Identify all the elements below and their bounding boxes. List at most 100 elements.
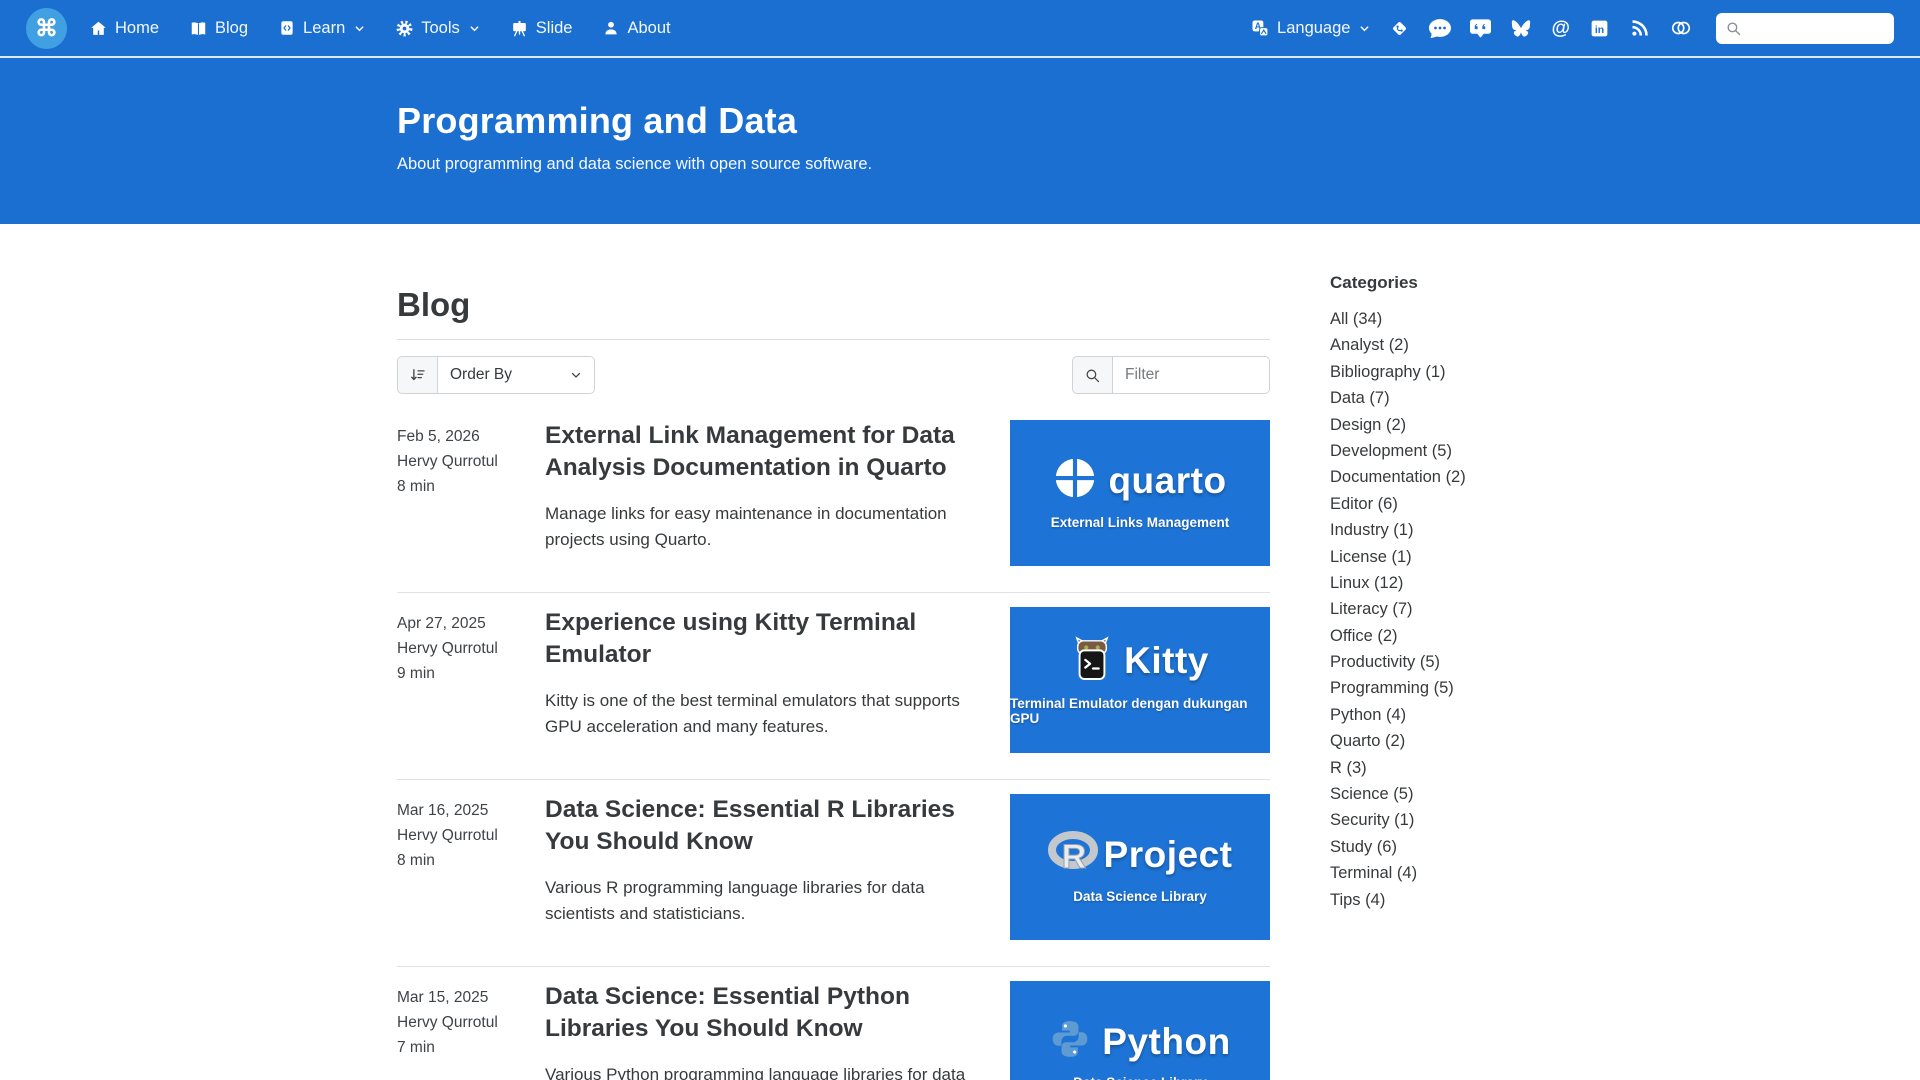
post-date: Apr 27, 2025 [397, 615, 486, 632]
rss-icon[interactable] [1629, 18, 1650, 39]
site-subtitle: About programming and data science with … [397, 155, 873, 173]
category-link-bibliography[interactable]: Bibliography (1) [1330, 359, 1500, 385]
page-title: Blog [397, 286, 471, 323]
category-link-industry[interactable]: Industry (1) [1330, 517, 1500, 543]
r-logo-icon: R [1047, 830, 1100, 879]
post-meta: Feb 5, 2026 Hervy Qurrotul 8 min [397, 420, 545, 566]
category-link-documentation[interactable]: Documentation (2) [1330, 464, 1500, 490]
post-title-link[interactable]: Experience using Kitty Terminal Emulator [545, 607, 974, 672]
bluesky-icon[interactable] [1510, 17, 1532, 39]
linkedin-icon[interactable]: in [1589, 18, 1610, 39]
post-author: Hervy Qurrotul [397, 826, 498, 844]
nav-links: Home Blog Learn Tools Slide About [89, 19, 671, 38]
category-link-linux[interactable]: Linux (12) [1330, 570, 1500, 596]
nav-item-blog[interactable]: Blog [189, 19, 248, 38]
thumbnail-caption: External Links Management [1050, 515, 1230, 530]
category-link-terminal[interactable]: Terminal (4) [1330, 860, 1500, 886]
post-reading-time: 9 min [397, 664, 435, 682]
nav-item-about[interactable]: About [602, 18, 671, 38]
git-icon[interactable] [1389, 18, 1410, 39]
nav-label: Slide [535, 18, 573, 37]
category-link-all[interactable]: All (34) [1330, 306, 1500, 332]
post-thumbnail[interactable]: Kitty Terminal Emulator dengan dukungan … [1010, 607, 1270, 753]
theme-toggle-icon[interactable] [1669, 17, 1693, 39]
post-thumbnail[interactable]: Python Data Science Library [1010, 981, 1270, 1080]
mastodon-icon[interactable]: @ [1551, 19, 1570, 38]
category-link-python[interactable]: Python (4) [1330, 702, 1500, 728]
filter-input[interactable] [1112, 356, 1270, 394]
nav-item-tools[interactable]: Tools [395, 19, 480, 38]
post-title-link[interactable]: External Link Management for Data Analys… [545, 420, 974, 485]
thumbnail-caption: Terminal Emulator dengan dukungan GPU [1010, 695, 1248, 726]
category-link-study[interactable]: Study (6) [1330, 834, 1500, 860]
post-author: Hervy Qurrotul [397, 1013, 498, 1031]
nav-label: About [627, 18, 671, 37]
post-author: Hervy Qurrotul [397, 452, 498, 470]
post-thumbnail[interactable]: quarto External Links Management [1010, 420, 1270, 566]
category-link-editor[interactable]: Editor (6) [1330, 491, 1500, 517]
post-date: Mar 16, 2025 [397, 802, 489, 819]
sort-icon [397, 356, 437, 394]
categories-title: Categories [1330, 273, 1418, 292]
post-thumbnail[interactable]: R Project Data Science Library [1010, 794, 1270, 940]
post-description: Kitty is one of the best terminal emulat… [545, 690, 960, 736]
category-link-literacy[interactable]: Literacy (7) [1330, 596, 1500, 622]
search-icon [1725, 20, 1742, 37]
nav-item-slide[interactable]: Slide [510, 18, 573, 38]
post-title-link[interactable]: Data Science: Essential Python Libraries… [545, 981, 974, 1046]
gear-icon [395, 19, 414, 38]
brand-name: Kitty [1124, 639, 1209, 681]
post-list: Feb 5, 2026 Hervy Qurrotul 8 min Externa… [397, 406, 1270, 1080]
post-row: Feb 5, 2026 Hervy Qurrotul 8 min Externa… [397, 406, 1270, 593]
divider [397, 339, 1270, 340]
category-link-data[interactable]: Data (7) [1330, 385, 1500, 411]
category-link-quarto[interactable]: Quarto (2) [1330, 728, 1500, 754]
quarto-logo-icon [1053, 456, 1097, 505]
navbar: ⌘ Home Blog Learn Tools Slide About A La… [0, 0, 1920, 58]
category-link-productivity[interactable]: Productivity (5) [1330, 649, 1500, 675]
post-reading-time: 8 min [397, 851, 435, 869]
filter-control [1072, 356, 1270, 394]
post-reading-time: 7 min [397, 1038, 435, 1056]
category-link-r[interactable]: R (3) [1330, 755, 1500, 781]
logo-glyph-icon: ⌘ [35, 14, 58, 41]
category-link-office[interactable]: Office (2) [1330, 623, 1500, 649]
chevron-down-icon [354, 23, 365, 34]
main-content: Blog Order By Filter Feb 5, 2026 Hervy Q… [397, 224, 1270, 1080]
language-menu[interactable]: A Language [1250, 18, 1370, 38]
post-row: Mar 16, 2025 Hervy Qurrotul 8 min Data S… [397, 780, 1270, 967]
post-title-link[interactable]: Data Science: Essential R Libraries You … [545, 794, 974, 859]
order-by-label: Order By [450, 366, 513, 383]
site-logo[interactable]: ⌘ [26, 7, 67, 49]
category-link-development[interactable]: Development (5) [1330, 438, 1500, 464]
search-icon [1072, 356, 1112, 394]
navbar-search-input[interactable] [1749, 20, 1885, 36]
category-link-programming[interactable]: Programming (5) [1330, 675, 1500, 701]
nav-item-home[interactable]: Home [89, 19, 159, 38]
category-link-analyst[interactable]: Analyst (2) [1330, 332, 1500, 358]
site-title: Programming and Data [397, 100, 798, 141]
post-date: Feb 5, 2026 [397, 428, 480, 445]
category-link-design[interactable]: Design (2) [1330, 412, 1500, 438]
nav-label: Tools [421, 18, 460, 37]
person-icon [602, 19, 620, 37]
navbar-search [1716, 12, 1894, 44]
chat-dots-icon[interactable] [1429, 17, 1452, 39]
chat-quote-icon[interactable] [1470, 18, 1492, 39]
category-link-security[interactable]: Security (1) [1330, 807, 1500, 833]
post-body: Experience using Kitty Terminal Emulator… [545, 607, 1010, 753]
at-glyph: @ [1551, 17, 1570, 39]
home-icon [89, 19, 108, 38]
thumbnail-caption: Data Science Library [1073, 1075, 1207, 1080]
post-meta: Mar 16, 2025 Hervy Qurrotul 8 min [397, 794, 545, 940]
nav-item-learn[interactable]: Learn [278, 19, 365, 38]
category-link-tips[interactable]: Tips (4) [1330, 887, 1500, 913]
banner: Programming and Data About programming a… [0, 58, 1920, 224]
categories-sidebar: Categories All (34) Analyst (2) Bibliogr… [1330, 273, 1500, 913]
category-link-license[interactable]: License (1) [1330, 544, 1500, 570]
language-label: Language [1277, 18, 1351, 37]
navbar-right: A Language @ in [1250, 12, 1894, 44]
post-body: External Link Management for Data Analys… [545, 420, 1010, 566]
order-by-select[interactable]: Order By [437, 356, 595, 394]
category-link-science[interactable]: Science (5) [1330, 781, 1500, 807]
